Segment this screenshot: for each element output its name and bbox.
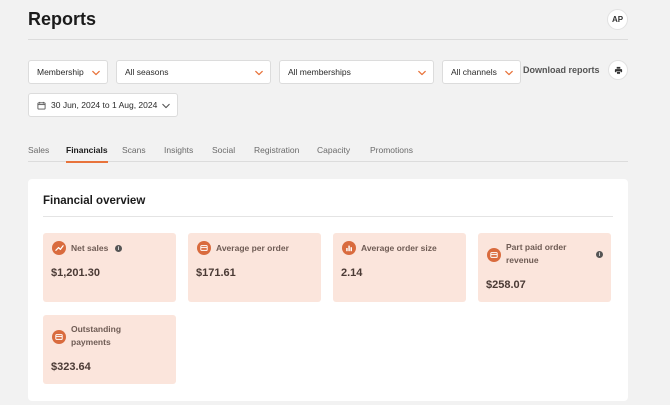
stat-part-paid-order-revenue: Part paid order revenue i $258.07 <box>478 233 611 302</box>
card-icon <box>487 248 501 262</box>
tab-capacity[interactable]: Capacity <box>317 145 350 161</box>
memberships-select[interactable]: All memberships <box>279 60 434 84</box>
date-range-value: 30 Jun, 2024 to 1 Aug, 2024 <box>51 100 158 110</box>
membership-select-value: Membership <box>37 67 84 77</box>
tab-scans[interactable]: Scans <box>122 145 146 161</box>
card-icon <box>197 241 211 255</box>
stat-label-line-2: revenue <box>506 255 539 265</box>
channels-select[interactable]: All channels <box>442 60 521 84</box>
memberships-select-value: All memberships <box>288 67 351 77</box>
header-divider <box>28 39 628 40</box>
chevron-down-icon <box>505 70 513 76</box>
trending-up-icon <box>52 241 66 255</box>
print-button[interactable] <box>608 60 628 80</box>
stat-value: $171.61 <box>196 267 236 279</box>
stat-label: Net sales <box>71 243 109 253</box>
financial-overview-card: Financial overview Net sales i $1,201.30… <box>28 179 628 401</box>
chevron-down-icon <box>418 70 426 76</box>
tab-registration[interactable]: Registration <box>254 145 299 161</box>
printer-icon <box>614 66 622 74</box>
seasons-select-value: All seasons <box>125 67 169 77</box>
financial-overview-title: Financial overview <box>43 195 146 207</box>
stat-label: Average per order <box>216 243 289 253</box>
card-divider <box>43 216 613 217</box>
stat-label: Outstanding payments <box>71 323 121 349</box>
channels-select-value: All channels <box>451 67 497 77</box>
stat-label: Average order size <box>361 243 437 253</box>
stat-value: 2.14 <box>341 267 363 279</box>
stat-average-order-size: Average order size 2.14 <box>333 233 466 302</box>
tab-promotions[interactable]: Promotions <box>370 145 413 161</box>
stat-outstanding-payments: Outstanding payments $323.64 <box>43 315 176 384</box>
calendar-icon <box>37 101 46 110</box>
seasons-select[interactable]: All seasons <box>116 60 271 84</box>
tab-insights[interactable]: Insights <box>164 145 193 161</box>
stat-label: Part paid order revenue <box>506 241 566 267</box>
stat-label-line-2: payments <box>71 337 111 347</box>
info-icon[interactable]: i <box>596 251 603 258</box>
date-range-picker[interactable]: 30 Jun, 2024 to 1 Aug, 2024 <box>28 93 178 117</box>
page-title: Reports <box>28 9 97 29</box>
avatar[interactable]: AP <box>607 9 628 30</box>
tab-financials[interactable]: Financials <box>66 145 108 163</box>
membership-select[interactable]: Membership <box>28 60 108 84</box>
tab-sales[interactable]: Sales <box>28 145 49 161</box>
tab-social[interactable]: Social <box>212 145 235 161</box>
stat-net-sales: Net sales i $1,201.30 <box>43 233 176 302</box>
stat-label-line-1: Part paid order <box>506 242 567 252</box>
chevron-down-icon <box>92 70 100 76</box>
info-icon[interactable]: i <box>115 245 122 252</box>
stat-value: $1,201.30 <box>51 267 100 279</box>
chevron-down-icon <box>255 70 263 76</box>
stat-label-line-1: Outstanding <box>71 324 122 334</box>
stat-average-per-order: Average per order $171.61 <box>188 233 321 302</box>
card-icon <box>52 330 66 344</box>
report-tabs: Sales Financials Scans Insights Social R… <box>28 145 628 163</box>
stat-value: $323.64 <box>51 361 91 373</box>
download-reports-button[interactable]: Download reports <box>523 65 600 75</box>
bar-chart-icon <box>342 241 356 255</box>
chevron-down-icon <box>162 103 170 109</box>
reports-page: Reports AP Membership All seasons All me… <box>0 0 670 405</box>
stat-value: $258.07 <box>486 279 526 291</box>
